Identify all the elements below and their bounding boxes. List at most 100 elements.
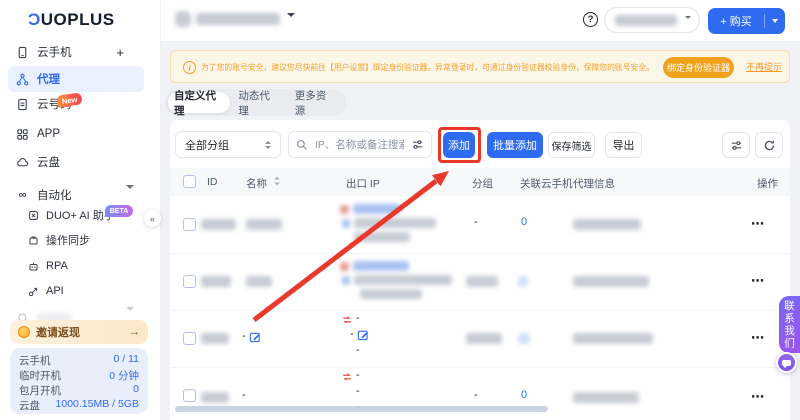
ip-redacted [354, 218, 436, 228]
account-name-redacted [196, 13, 280, 25]
table-row: - 0 ⋯ [170, 196, 790, 254]
cloud-number-icon [16, 98, 29, 111]
stat-monthly-boot: 包月开机0 [19, 383, 139, 398]
beta-badge: BETA [105, 205, 133, 217]
balance-redacted [615, 15, 677, 26]
add-cloud-phone-icon[interactable]: + [116, 45, 136, 60]
sidebar-item-cloud-phone[interactable]: 云手机 + [8, 39, 144, 65]
edit-icon[interactable] [357, 329, 369, 341]
account-balance-pill[interactable] [604, 7, 700, 33]
quota-stats-panel: 云手机0 / 11 临时开机0 分钟 包月开机0 云盘1000.15MB / 5… [10, 348, 148, 414]
id-redacted [201, 276, 231, 287]
dismiss-link[interactable]: 不再提示 [746, 60, 782, 73]
col-id: ID [207, 176, 218, 188]
sidebar-collapse-button[interactable]: « [144, 210, 161, 227]
edit-icon[interactable] [249, 331, 261, 343]
select-all-checkbox[interactable] [183, 175, 196, 188]
ip-detail-redacted [354, 232, 410, 242]
linked-phones-link[interactable]: 0 [521, 216, 527, 228]
row-actions-button[interactable]: ⋯ [751, 273, 765, 289]
row-checkbox[interactable] [183, 275, 196, 288]
sidebar-item-cloud-drive[interactable]: 云盘 [8, 149, 144, 175]
sidebar-item-api[interactable]: API [22, 280, 144, 302]
column-settings-button[interactable] [722, 132, 750, 158]
row-actions-button[interactable]: ⋯ [751, 216, 765, 232]
name-redacted [246, 276, 272, 287]
ip-redacted [354, 275, 452, 285]
copy-icon[interactable] [342, 219, 350, 228]
sidebar-item-app[interactable]: APP [8, 121, 144, 147]
sort-icon[interactable] [273, 175, 281, 187]
proxy-info-redacted [573, 219, 641, 230]
col-name: 名称 [246, 176, 267, 191]
table-row: ⋯ [170, 253, 790, 311]
col-proxy-info: 代理信息 [573, 176, 615, 191]
chevron-down-icon [287, 17, 295, 35]
chat-icon [782, 360, 791, 366]
automation-icon: ∞ [16, 189, 29, 202]
arrow-right-icon: → [129, 326, 140, 338]
horizontal-scrollbar[interactable] [175, 406, 548, 412]
group-value: - [474, 216, 478, 228]
row-checkbox[interactable] [183, 218, 196, 231]
sidebar-item-proxy[interactable]: 代理 [8, 66, 144, 92]
proxy-info-redacted [573, 392, 639, 403]
group-redacted [466, 333, 502, 344]
invite-cashback-banner[interactable]: 邀请返现 → [10, 320, 148, 344]
ip-link-redacted[interactable] [353, 204, 401, 214]
ai-assistant-icon [28, 210, 39, 221]
buy-button[interactable]: + 购买 [708, 8, 785, 34]
sidebar-item-rpa[interactable]: RPA [22, 255, 144, 277]
id-redacted [201, 333, 229, 344]
ip-line1: - [356, 312, 360, 324]
batch-add-button[interactable]: 批量添加 [487, 132, 543, 158]
filter-icon[interactable] [411, 138, 424, 151]
linked-phones-redacted[interactable] [518, 333, 530, 344]
refresh-ip-icon[interactable] [341, 371, 353, 383]
cloud-drive-icon [16, 156, 29, 169]
sliders-icon [730, 139, 743, 152]
ip-detail-redacted [360, 289, 422, 299]
id-redacted [201, 219, 236, 230]
flag-redacted [340, 205, 349, 214]
search-input[interactable] [313, 138, 406, 152]
ip-line2: - [356, 385, 360, 397]
group-redacted [466, 276, 498, 287]
name-redacted [246, 219, 282, 230]
cloud-phone-icon [16, 46, 29, 59]
linked-phones-link[interactable]: 0 [521, 389, 527, 401]
export-button[interactable]: 导出 [605, 132, 642, 158]
flag-redacted [340, 262, 349, 271]
row-actions-button[interactable]: ⋯ [751, 330, 765, 346]
tab-custom-proxy[interactable]: 自定义代理 [168, 92, 230, 113]
chevron-down-icon [685, 19, 691, 37]
bind-authenticator-button[interactable]: 绑定身份验证器 [663, 57, 734, 78]
rpa-icon [28, 261, 39, 272]
table-header: ID 名称 出口 IP 分组 关联云手机 代理信息 操作 [170, 168, 790, 196]
proxy-type-tabs: 自定义代理 动态代理 更多资源 [165, 89, 346, 116]
stat-temp-boot: 临时开机0 分钟 [19, 368, 139, 383]
contact-us-tab[interactable]: 联系我们 [779, 296, 800, 353]
api-icon [28, 286, 39, 297]
save-filter-button[interactable]: 保存筛选 [548, 132, 595, 158]
group-filter-select[interactable]: 全部分组 [175, 131, 281, 158]
row-actions-button[interactable]: ⋯ [751, 389, 765, 405]
ip-link-redacted[interactable] [353, 261, 409, 271]
row-checkbox[interactable] [183, 389, 196, 402]
banner-text: 为了您的账号安全，建议您尽快前往【用户设置】绑定身份验证器。异常登录时，可通过身… [201, 61, 654, 72]
buy-dropdown-toggle[interactable] [765, 19, 785, 23]
chat-button[interactable] [776, 352, 797, 373]
tab-dynamic-proxy[interactable]: 动态代理 [230, 92, 286, 113]
refresh-ip-icon[interactable] [341, 314, 353, 326]
row-checkbox[interactable] [183, 332, 196, 345]
linked-phones-redacted[interactable] [518, 276, 528, 287]
account-avatar [175, 11, 191, 27]
sidebar-item-operation-sync[interactable]: 操作同步 [22, 229, 144, 251]
col-group: 分组 [472, 176, 493, 191]
copy-icon[interactable] [342, 276, 350, 285]
select-arrows-icon [265, 141, 271, 149]
refresh-button[interactable] [755, 132, 783, 158]
name-value: - [242, 389, 246, 401]
help-button[interactable]: ? [583, 12, 598, 27]
tab-more-resources[interactable]: 更多资源 [287, 92, 343, 113]
